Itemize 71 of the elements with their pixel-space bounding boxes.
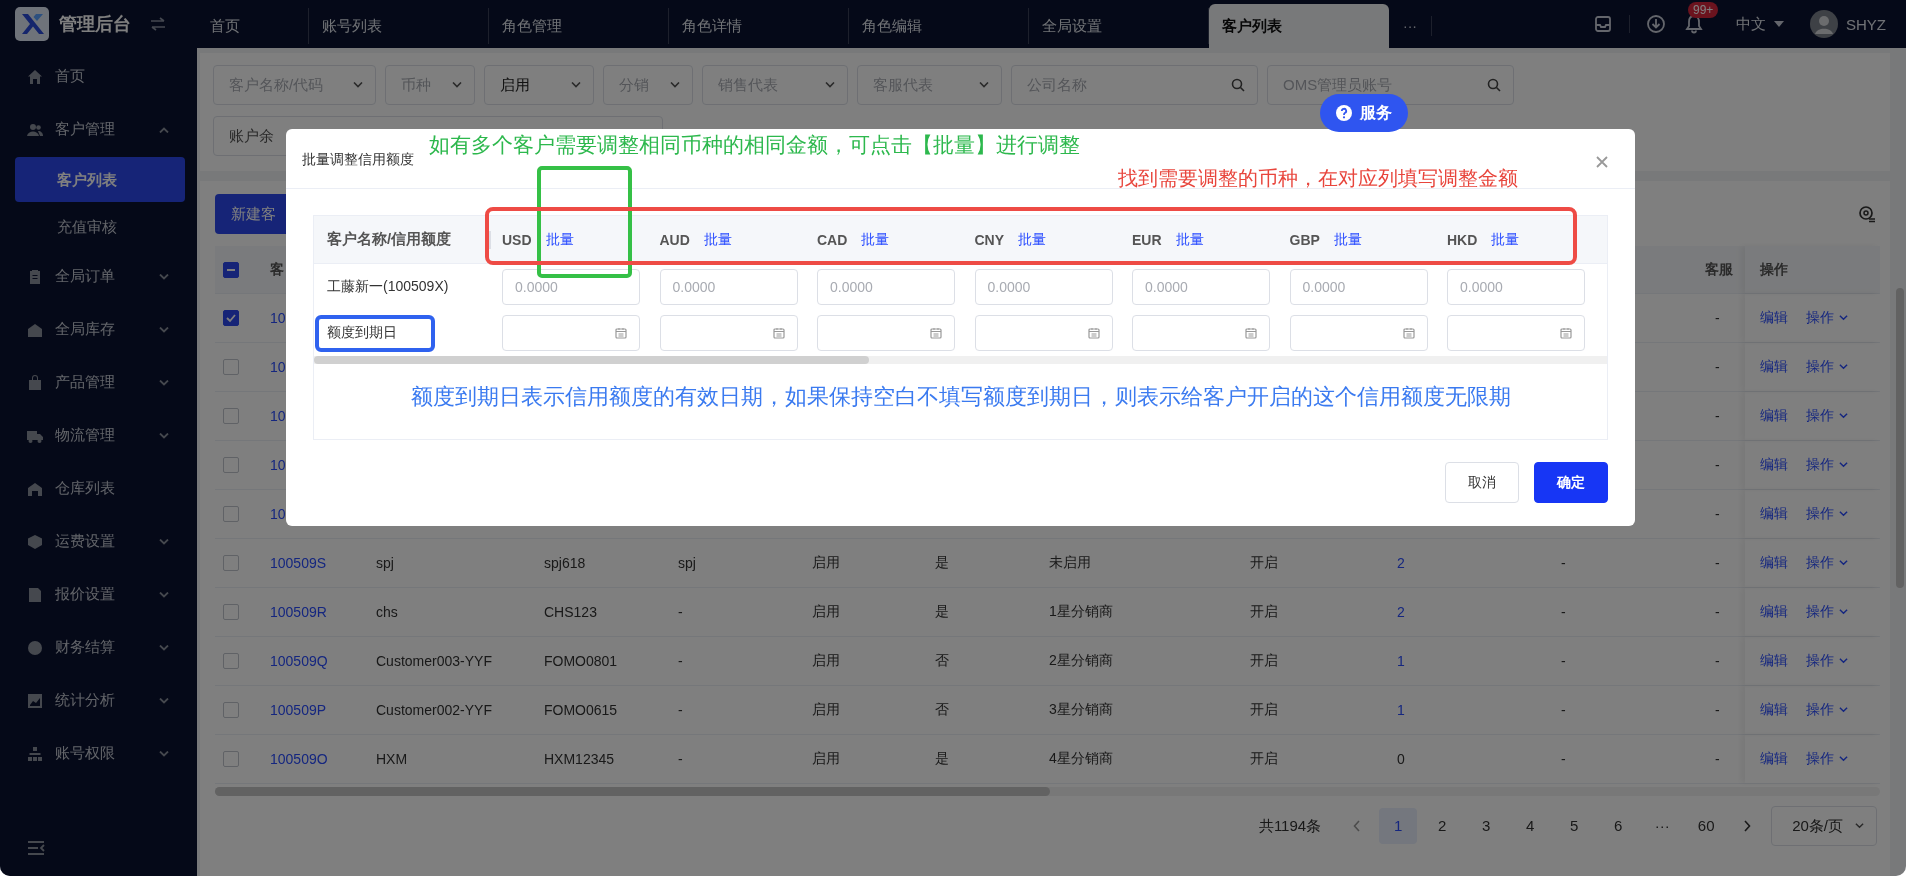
- table-cell: 开启: [1250, 554, 1278, 572]
- table-cell: 1星分销商: [1049, 603, 1113, 621]
- column-header: 客: [270, 260, 284, 279]
- table-cell: FOMO0801: [544, 653, 618, 669]
- table-cell: -: [1715, 555, 1720, 571]
- currency-code: AUD: [659, 231, 690, 248]
- table-cell: FOMO0615: [544, 702, 618, 718]
- table-cell: spj: [376, 555, 394, 571]
- table-cell: 否: [935, 652, 949, 670]
- table-cell: -: [1715, 751, 1720, 767]
- table-cell: -: [1561, 702, 1566, 718]
- table-cell: spj618: [544, 555, 586, 571]
- currency-code: GBP: [1289, 231, 1320, 248]
- currency-code: USD: [502, 231, 532, 248]
- table-cell: spj: [678, 555, 696, 571]
- table-cell: -: [1561, 751, 1566, 767]
- table-cell: 开启: [1250, 750, 1278, 768]
- batch-hint: 如有多个客户需要调整相同币种的相同金额，可点击【批量】进行调整: [429, 132, 1080, 158]
- currency-code: CNY: [974, 231, 1005, 248]
- table-cell: -: [1561, 653, 1566, 669]
- currency-code: HKD: [1447, 231, 1478, 248]
- currency-code: CAD: [817, 231, 848, 248]
- table-cell: -: [1715, 653, 1720, 669]
- table-cell: 开启: [1250, 652, 1278, 670]
- table-cell: -: [678, 653, 683, 669]
- total-count: 共1194条: [1258, 816, 1322, 836]
- table-cell: 2星分销商: [1049, 652, 1113, 670]
- table-cell: 启用: [812, 750, 840, 768]
- table-cell: -: [678, 702, 683, 718]
- table-cell: HXM12345: [544, 751, 615, 767]
- table-cell: -: [1561, 604, 1566, 620]
- table-cell: 未启用: [1049, 554, 1091, 572]
- table-cell: -: [1715, 359, 1720, 375]
- table-cell: Customer002-YYF: [376, 702, 492, 718]
- column-header: 客户名称/信用额度: [327, 230, 452, 249]
- table-cell: -: [1561, 555, 1566, 571]
- table-cell: chs: [376, 604, 398, 620]
- table-cell: 是: [935, 603, 949, 621]
- table-cell: 启用: [812, 701, 840, 719]
- table-cell: 启用: [812, 652, 840, 670]
- table-cell: 开启: [1250, 701, 1278, 719]
- column-hint: 找到需要调整的币种，在对应列填写调整金额: [1118, 166, 1518, 191]
- table-cell: 否: [935, 701, 949, 719]
- table-cell: -: [1715, 702, 1720, 718]
- table-cell: -: [1715, 604, 1720, 620]
- table-cell: 3星分销商: [1049, 701, 1113, 719]
- dialog-title: 批量调整信用额度: [302, 150, 414, 169]
- table-cell: 启用: [812, 554, 840, 572]
- table-cell: 启用: [812, 603, 840, 621]
- expiry-hint: 额度到期日表示信用额度的有效日期，如果保持空白不填写额度到期日，则表示给客户开启的这个信用额度无限期: [410, 383, 1511, 411]
- table-cell: -: [1715, 506, 1720, 522]
- table-cell: CHS123: [544, 604, 597, 620]
- table-cell: -: [678, 604, 683, 620]
- table-cell: -: [1715, 408, 1720, 424]
- currency-code: EUR: [1132, 231, 1162, 248]
- table-cell: 4星分销商: [1049, 750, 1113, 768]
- table-cell: -: [1715, 457, 1720, 473]
- app-title: 管理后台: [59, 13, 131, 36]
- table-cell: 是: [935, 554, 949, 572]
- column-header: 客服: [1705, 260, 1733, 279]
- customer-name: 工藤新一(100509X): [327, 278, 449, 296]
- row-label: 额度到期日: [327, 324, 397, 342]
- notification-badge: 99+: [1688, 2, 1719, 18]
- table-cell: HXM: [376, 751, 408, 767]
- table-cell: Customer003-YYF: [376, 653, 492, 669]
- table-cell: 开启: [1250, 603, 1278, 621]
- table-cell: -: [1715, 310, 1720, 326]
- table-cell: -: [678, 751, 683, 767]
- count-value: 0: [1397, 751, 1405, 767]
- column-header: 操作: [1760, 260, 1788, 279]
- table-cell: 是: [935, 750, 949, 768]
